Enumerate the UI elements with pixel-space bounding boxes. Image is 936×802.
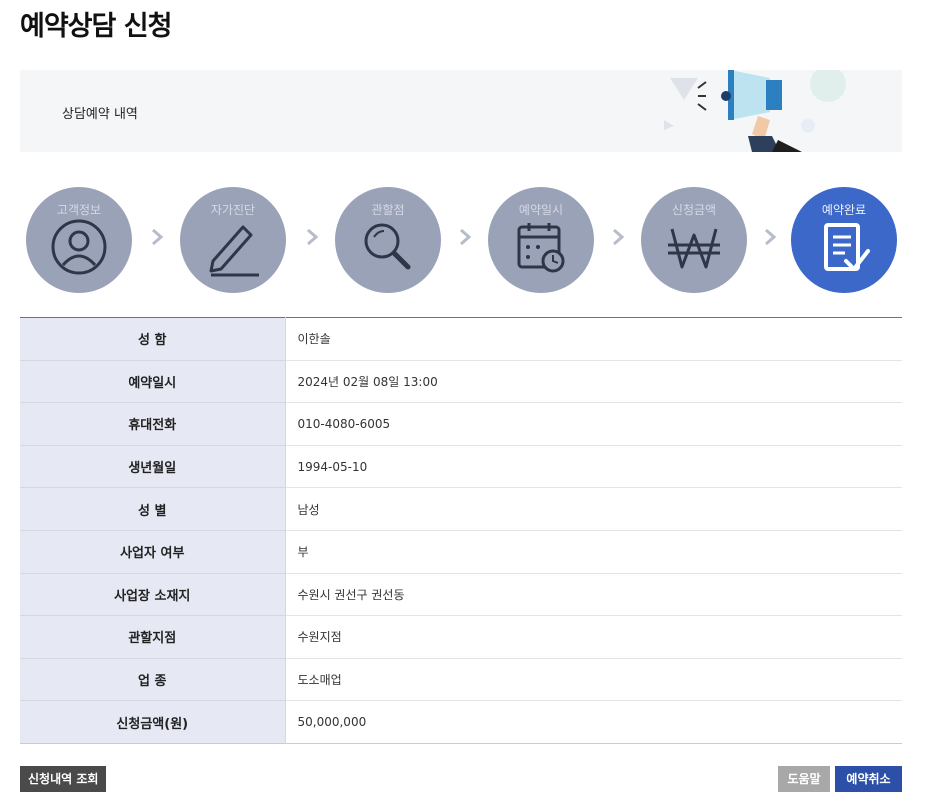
magnifier-icon	[364, 223, 411, 270]
step-branch: 관할점	[335, 187, 441, 293]
row-label: 성 별	[20, 487, 286, 531]
row-value: 1994-05-10	[285, 445, 902, 489]
table-row: 성 별 남성	[20, 487, 902, 531]
reservation-details-table: 성 함 이한솔 예약일시 2024년 02월 08일 13:00 휴대전화 01…	[20, 317, 902, 744]
table-row: 관할지점 수원지점	[20, 615, 902, 659]
chevron-right-icon	[152, 228, 164, 246]
chevron-right-icon	[460, 228, 472, 246]
pencil-icon	[209, 225, 259, 277]
megaphone-illustration	[664, 70, 846, 152]
row-label: 예약일시	[20, 360, 286, 404]
view-application-history-button[interactable]: 신청내역 조회	[20, 766, 107, 792]
step-label: 예약완료	[821, 203, 867, 217]
chevron-right-icon	[307, 228, 319, 246]
row-label: 휴대전화	[20, 402, 286, 446]
won-icon	[668, 228, 720, 269]
step-application-amount: 신청금액	[641, 187, 747, 293]
row-label: 관할지점	[20, 615, 286, 659]
step-label: 자가진단	[210, 203, 256, 217]
table-row: 휴대전화 010-4080-6005	[20, 402, 902, 446]
step-customer-info: 고객정보	[26, 187, 132, 293]
table-row: 예약일시 2024년 02월 08일 13:00	[20, 360, 902, 404]
table-row: 생년월일 1994-05-10	[20, 445, 902, 489]
progress-steps: 고객정보 자가진단 관할점 예약일시 신청금액 예약완료	[20, 187, 902, 297]
step-reservation-datetime: 예약일시	[488, 187, 594, 293]
banner: 상담예약 내역	[20, 70, 902, 152]
chevron-right-icon	[613, 228, 625, 246]
chevron-right-icon	[765, 228, 777, 246]
page-title: 예약상담 신청	[20, 11, 172, 42]
table-row: 사업자 여부 부	[20, 530, 902, 574]
row-value: 수원지점	[285, 615, 902, 659]
row-value: 이한솔	[285, 317, 902, 361]
table-row: 신청금액(원) 50,000,000	[20, 700, 902, 744]
cancel-reservation-button[interactable]: 예약취소	[835, 766, 902, 792]
step-self-diagnosis: 자가진단	[180, 187, 286, 293]
row-value: 부	[285, 530, 902, 574]
row-value: 남성	[285, 487, 902, 531]
user-icon	[51, 219, 107, 275]
table-row: 사업장 소재지 수원시 권선구 권선동	[20, 573, 902, 617]
row-label: 업 종	[20, 658, 286, 702]
row-value: 2024년 02월 08일 13:00	[285, 360, 902, 404]
step-label: 신청금액	[671, 203, 717, 217]
row-value: 도소매업	[285, 658, 902, 702]
help-button[interactable]: 도움말	[778, 766, 830, 792]
step-label: 고객정보	[56, 203, 102, 217]
step-label: 관할점	[371, 203, 405, 217]
banner-label: 상담예약 내역	[62, 107, 138, 122]
calendar-clock-icon	[517, 223, 565, 273]
document-check-icon	[824, 223, 870, 271]
row-label: 성 함	[20, 317, 286, 361]
row-value: 010-4080-6005	[285, 402, 902, 446]
step-label: 예약일시	[518, 203, 564, 217]
table-row: 업 종 도소매업	[20, 658, 902, 702]
row-label: 사업장 소재지	[20, 573, 286, 617]
row-value: 수원시 권선구 권선동	[285, 573, 902, 617]
row-label: 생년월일	[20, 445, 286, 489]
row-value: 50,000,000	[297, 715, 367, 730]
step-reservation-complete: 예약완료	[791, 187, 897, 293]
row-label: 신청금액(원)	[20, 700, 286, 744]
table-row: 성 함 이한솔	[20, 317, 902, 361]
row-label: 사업자 여부	[20, 530, 286, 574]
